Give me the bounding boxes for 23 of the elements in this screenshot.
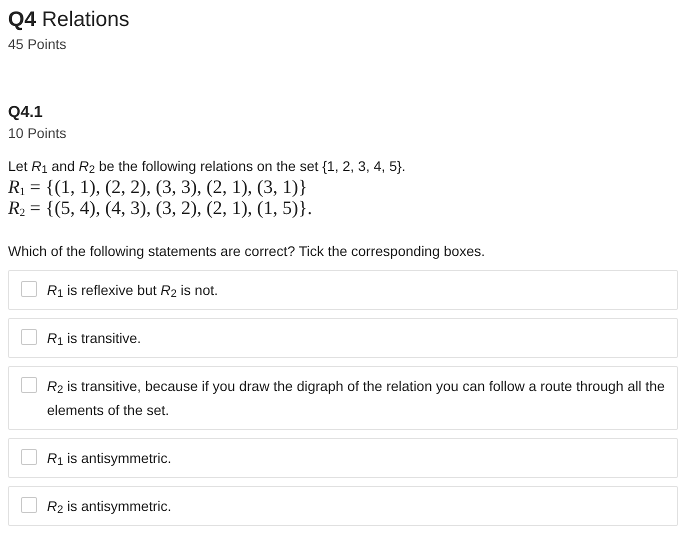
question-text: Let R$_{1}$ and R$_{2}$ be the following relations on the set {1, 2, 3, 4, 5}. — [8, 156, 407, 176]
instruction-text: Which of the following statements are correct? Tick the corresponding boxes. — [8, 242, 486, 261]
option-text: R$_{1}$ is antisymmetric. — [47, 448, 172, 470]
answer-option[interactable]: R$_{1}$ is antisymmetric. — [8, 438, 678, 478]
option-text: R$_{2}$ is transitive, because if you draw the digraph of the relation you can follow a route through all the elements of the set. — [47, 376, 665, 420]
question-title: Q4 Relations — [8, 7, 130, 33]
answer-option[interactable]: R$_{2}$ is antisymmetric. — [8, 486, 678, 526]
answer-option[interactable]: R$_{1}$ is reflexive but R$_{2}$ is not. — [8, 270, 678, 310]
checkbox[interactable] — [21, 328, 37, 344]
subquestion-title: Q4.1 — [8, 103, 44, 123]
checkbox[interactable] — [21, 280, 37, 296]
option-text: R$_{2}$ is antisymmetric. — [47, 496, 172, 518]
option-text: R$_{1}$ is reflexive but R$_{2}$ is not. — [47, 280, 218, 302]
relation-definition: R$_{1}$ = {(1, 1), (2, 2), (3, 3), (2, 1), (3, 1)} — [8, 176, 308, 198]
points-label: 10 Points — [8, 125, 68, 142]
option-text: R$_{1}$ is transitive. — [47, 328, 142, 350]
checkbox[interactable] — [21, 376, 37, 392]
answer-option[interactable]: R$_{2}$ is transitive, because if you draw the digraph of the relation you can follow a route through all the elements of the set. — [8, 366, 678, 430]
checkbox[interactable] — [21, 448, 37, 464]
points-label: 45 Points — [8, 36, 68, 53]
relation-definition: R$_{2}$ = {(5, 4), (4, 3), (3, 2), (2, 1), (1, 5)}. — [8, 198, 314, 218]
checkbox[interactable] — [21, 496, 37, 512]
answer-option[interactable]: R$_{1}$ is transitive. — [8, 318, 678, 358]
